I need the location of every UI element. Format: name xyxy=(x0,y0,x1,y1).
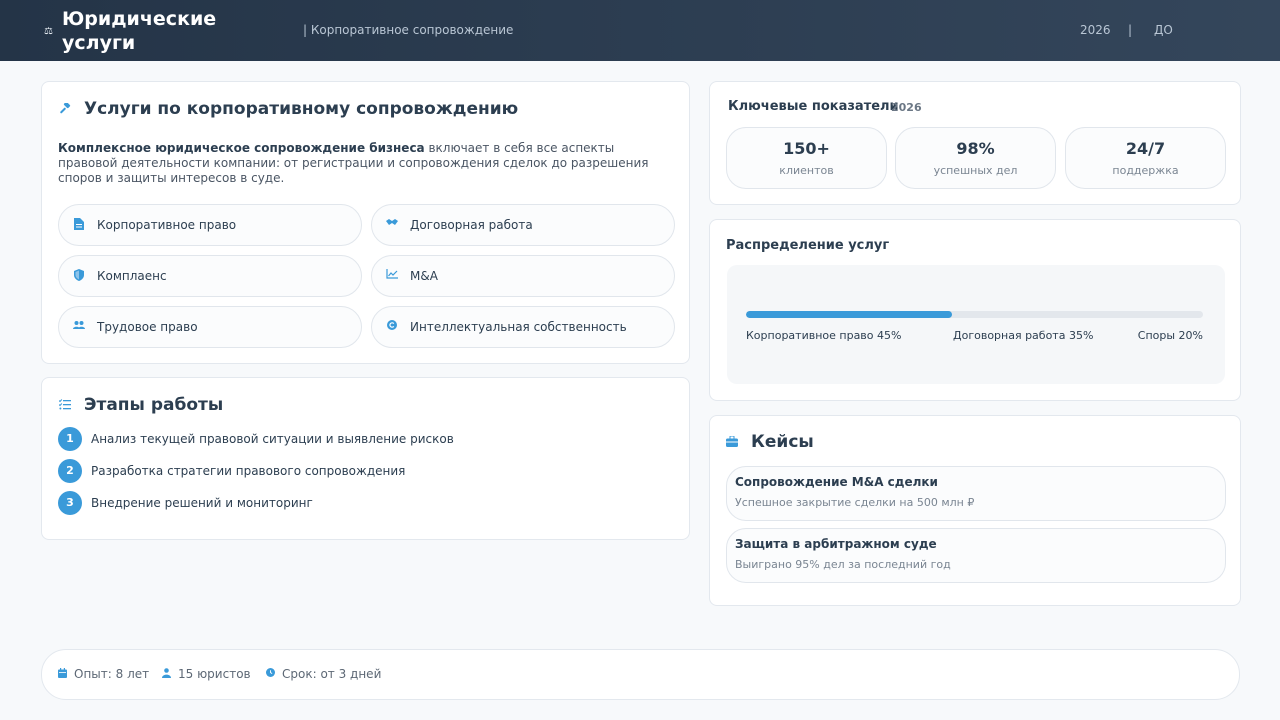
kpi-label: поддержка xyxy=(1112,164,1179,177)
services-description: Комплексное юридическое сопровождение би… xyxy=(58,141,668,186)
distribution-title: Распределение услуг xyxy=(726,238,890,253)
distribution-panel: Корпоративное право 45% Договорная работ… xyxy=(727,265,1225,384)
case-item[interactable]: Защита в арбитражном суде Выиграно 95% д… xyxy=(726,528,1226,583)
services-title: Услуги по корпоративному сопровождению xyxy=(84,99,519,119)
document-icon xyxy=(73,218,85,233)
kpi-title: Ключевые показатели xyxy=(728,99,899,114)
service-item-contract-work[interactable]: Договорная работа xyxy=(371,204,675,246)
header-separator: | xyxy=(1128,23,1133,37)
case-subtitle: Успешное закрытие сделки на 500 млн ₽ xyxy=(735,496,975,509)
steps-title: Этапы работы xyxy=(84,395,224,415)
distribution-label-contract: Договорная работа 35% xyxy=(953,329,1094,342)
distribution-label-corporate: Корпоративное право 45% xyxy=(746,329,902,342)
footer-term: Срок: от 3 дней xyxy=(282,667,382,681)
header-subtitle: | Корпоративное сопровождение xyxy=(303,23,514,37)
chart-line-icon xyxy=(386,269,398,282)
service-item-corporate-law[interactable]: Корпоративное право xyxy=(58,204,362,246)
footer-experience: Опыт: 8 лет xyxy=(74,667,150,681)
step-number: 2 xyxy=(58,459,82,483)
services-description-bold: Комплексное юридическое сопровождение би… xyxy=(58,141,425,155)
shield-icon xyxy=(73,269,85,284)
progress-fill xyxy=(746,311,952,318)
service-label: Интеллектуальная собственность xyxy=(410,320,627,334)
user-icon xyxy=(162,668,171,681)
service-label: Договорная работа xyxy=(410,218,533,232)
kpi-card: Ключевые показатели 2026 150+ клиентов 9… xyxy=(709,81,1241,205)
service-item-m-and-a[interactable]: M&A xyxy=(371,255,675,297)
footer-lawyers: 15 юристов xyxy=(178,667,251,681)
kpi-year: 2026 xyxy=(891,101,922,114)
kpi-success-rate: 98% успешных дел xyxy=(895,127,1056,189)
kpi-clients: 150+ клиентов xyxy=(726,127,887,189)
case-title: Защита в арбитражном суде xyxy=(735,537,937,551)
kpi-value: 24/7 xyxy=(1125,139,1166,158)
header-year: 2026 xyxy=(1080,23,1111,37)
step-text: Анализ текущей правовой ситуации и выявл… xyxy=(91,432,454,446)
scales-icon: ⚖ xyxy=(44,26,53,37)
calendar-icon xyxy=(58,668,67,681)
list-check-icon xyxy=(58,399,71,413)
case-subtitle: Выиграно 95% дел за последний год xyxy=(735,558,951,571)
step-text: Разработка стратегии правового сопровожд… xyxy=(91,464,406,478)
kpi-label: клиентов xyxy=(779,164,834,177)
step-text: Внедрение решений и мониторинг xyxy=(91,496,313,510)
services-card: Услуги по корпоративному сопровождению К… xyxy=(41,81,690,364)
clock-icon xyxy=(266,668,275,680)
kpi-label: успешных дел xyxy=(933,164,1018,177)
handshake-icon xyxy=(386,218,398,229)
kpi-value: 98% xyxy=(956,139,995,158)
service-label: M&A xyxy=(410,269,438,283)
steps-card: Этапы работы 1 Анализ текущей правовой с… xyxy=(41,377,690,540)
service-label: Комплаенс xyxy=(97,269,167,283)
footer-bar: Опыт: 8 лет 15 юристов Срок: от 3 дней xyxy=(41,649,1240,700)
gavel-icon xyxy=(59,101,71,118)
cases-card: Кейсы Сопровождение M&A сделки Успешное … xyxy=(709,415,1241,606)
header: ⚖ Юридические услуги | Корпоративное соп… xyxy=(0,0,1280,61)
step-number: 1 xyxy=(58,427,82,451)
service-label: Корпоративное право xyxy=(97,218,237,232)
case-item[interactable]: Сопровождение M&A сделки Успешное закрыт… xyxy=(726,466,1226,521)
service-item-compliance[interactable]: Комплаенс xyxy=(58,255,362,297)
cases-title: Кейсы xyxy=(751,432,814,452)
distribution-label-disputes: Споры 20% xyxy=(1137,329,1203,342)
service-label: Трудовое право xyxy=(97,320,198,334)
distribution-card: Распределение услуг Корпоративное право … xyxy=(709,219,1241,401)
progress-track xyxy=(746,311,1203,318)
kpi-value: 150+ xyxy=(783,139,830,158)
brand-title: Юридические услуги xyxy=(62,8,217,54)
service-item-intellectual-property[interactable]: Интеллектуальная собственность xyxy=(371,306,675,348)
header-to: ДО xyxy=(1154,23,1173,37)
users-icon xyxy=(73,320,85,333)
briefcase-icon xyxy=(726,435,738,450)
case-title: Сопровождение M&A сделки xyxy=(735,475,938,489)
step-number: 3 xyxy=(58,491,82,515)
copyright-icon xyxy=(386,320,398,333)
service-item-labor-law[interactable]: Трудовое право xyxy=(58,306,362,348)
kpi-support: 24/7 поддержка xyxy=(1065,127,1226,189)
